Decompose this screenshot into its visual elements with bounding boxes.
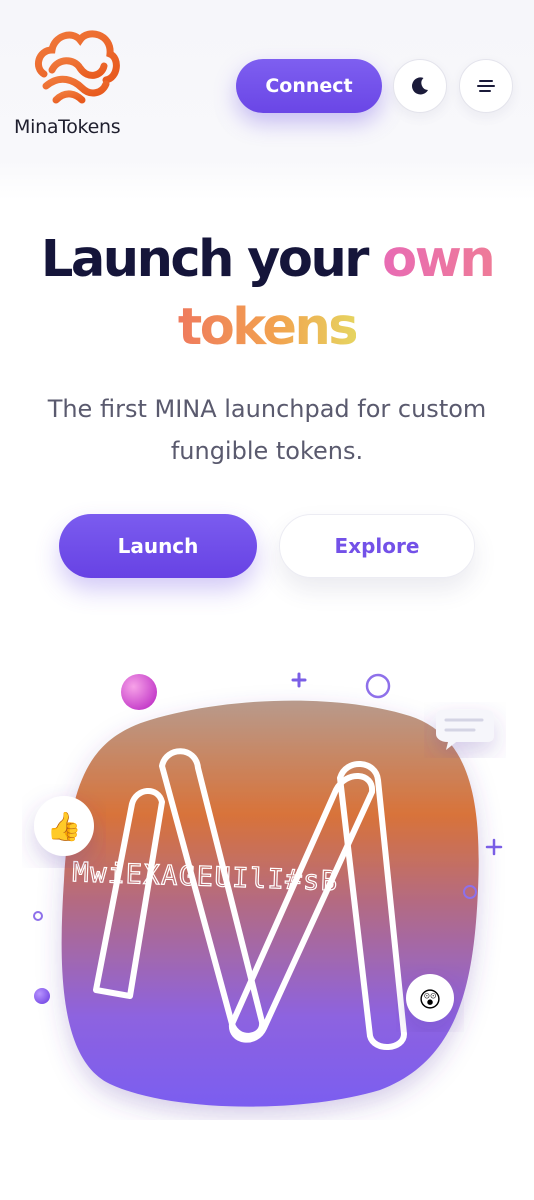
theme-toggle-button[interactable]	[393, 59, 447, 113]
ring-icon	[365, 673, 391, 699]
explore-button[interactable]: Explore	[279, 514, 475, 578]
hero-illustration: MwiEXAGEUIlI#sB 👍 😲	[33, 672, 503, 1107]
plus-icon	[291, 672, 307, 688]
headline-text: Launch your	[40, 230, 383, 289]
ring-icon-tiny	[33, 911, 43, 921]
wow-emoji: 😲	[419, 988, 442, 1013]
brand-name: MinaTokens	[14, 116, 121, 138]
hero-headline: Launch your own tokens	[0, 226, 534, 362]
connect-button[interactable]: Connect	[236, 59, 382, 113]
purple-dot	[34, 988, 50, 1004]
gradient-blob	[61, 700, 479, 1107]
brand-logo[interactable]: MinaTokens	[14, 24, 134, 144]
plus-icon-small	[485, 838, 503, 856]
headline-accent-2: tokens	[177, 298, 359, 357]
thumbs-up-emoji: 👍	[47, 810, 82, 843]
hamburger-menu-icon	[477, 80, 495, 92]
moon-icon	[412, 77, 428, 95]
launch-button[interactable]: Launch	[59, 514, 257, 578]
pink-sphere	[121, 674, 157, 710]
cloud-logo-icon	[34, 30, 120, 104]
hero-subtitle: The first MINA launchpad for custom fung…	[47, 395, 487, 465]
headline-accent: own	[382, 230, 495, 289]
menu-button[interactable]	[459, 59, 513, 113]
